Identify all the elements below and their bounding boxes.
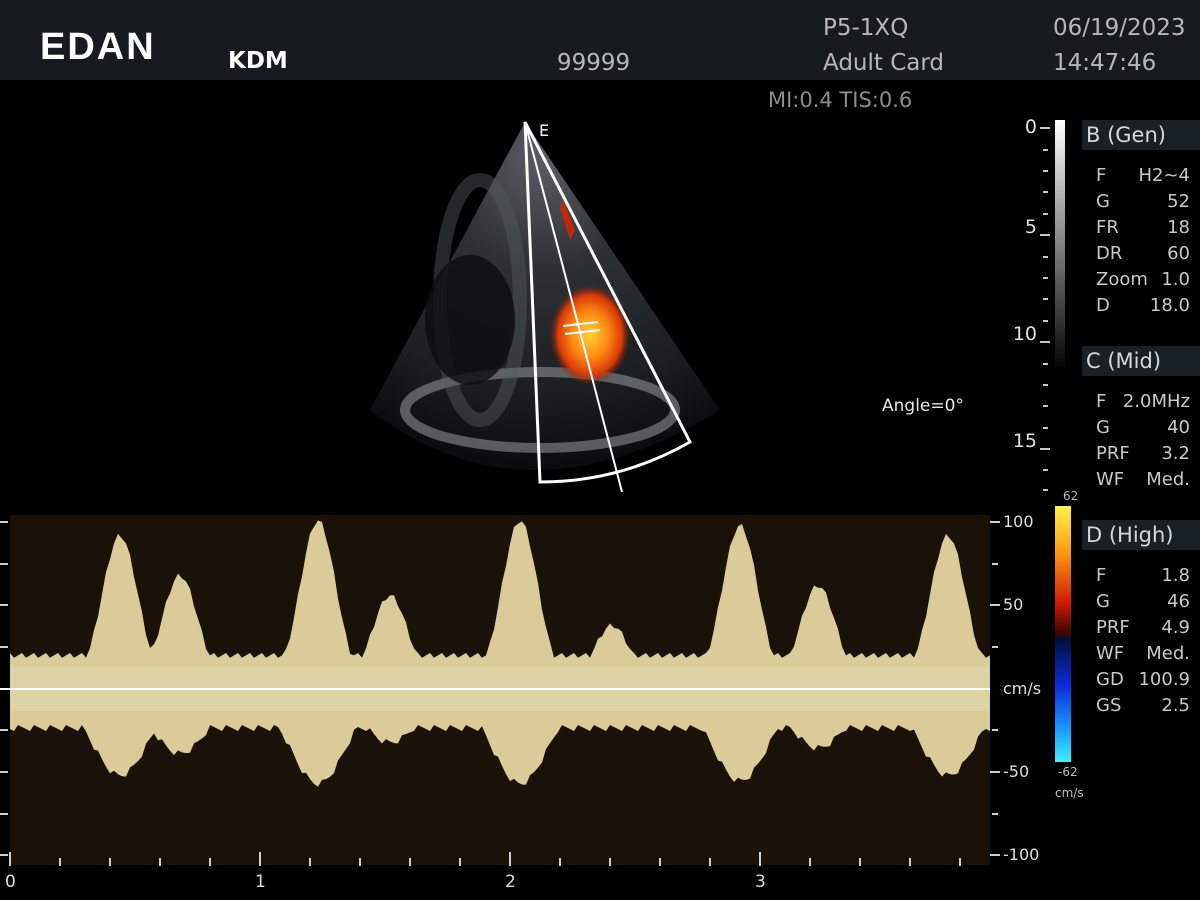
- b-param-f: F H2~4: [1096, 165, 1190, 186]
- edan-logo: EDAN: [40, 26, 156, 68]
- c-param-f: F 2.0MHz: [1096, 391, 1190, 412]
- d-param-gd: GD 100.9: [1096, 669, 1190, 690]
- doppler-title: D (High): [1086, 523, 1174, 547]
- d-param-g: G 46: [1096, 591, 1190, 612]
- heart-chamber: [425, 255, 515, 385]
- probe-name: P5-1XQ: [823, 15, 909, 41]
- d-param-prf: PRF 4.9: [1096, 617, 1190, 638]
- depth-label-0: 0: [1024, 116, 1037, 138]
- velocity-label-100: 100: [1003, 512, 1034, 531]
- b-mode-title: B (Gen): [1086, 123, 1166, 147]
- color-title: C (Mid): [1086, 349, 1162, 373]
- b-param-g: G 52: [1096, 191, 1190, 212]
- d-param-f: F 1.8: [1096, 565, 1190, 586]
- color-velocity-bar: [1055, 506, 1071, 762]
- b-param-depth: D 18.0: [1096, 295, 1190, 316]
- depth-label-15: 15: [1012, 430, 1037, 452]
- color-bar-unit: cm/s: [1055, 786, 1084, 800]
- velocity-label-neg50: -50: [1003, 762, 1030, 781]
- time-label-2: 2: [505, 872, 516, 892]
- sector-marker: E: [539, 121, 549, 140]
- d-param-gs: GS 2.5: [1096, 695, 1190, 716]
- b-param-dr: DR 60: [1096, 243, 1190, 264]
- hospital-name: KDM: [228, 48, 288, 74]
- doppler-spectrum: [0, 515, 1000, 866]
- grayscale-bar: [1055, 120, 1065, 372]
- velocity-ticks-right: [990, 521, 1000, 856]
- c-param-prf: PRF 3.2: [1096, 443, 1190, 464]
- b-mode-image: E: [370, 121, 720, 493]
- time-label-3: 3: [755, 872, 766, 892]
- color-bar-min: -62: [1058, 765, 1078, 779]
- patient-id: 99999: [557, 50, 631, 76]
- depth-label-5: 5: [1024, 216, 1037, 238]
- b-param-zoom: Zoom 1.0: [1096, 269, 1190, 290]
- b-param-fr: FR 18: [1096, 217, 1190, 238]
- exam-time: 14:47:46: [1053, 50, 1157, 76]
- depth-label-10: 10: [1012, 323, 1037, 345]
- time-label-0: 0: [5, 872, 16, 892]
- exam-preset: Adult Card: [823, 50, 945, 76]
- velocity-unit: cm/s: [1003, 679, 1042, 698]
- color-bar-max: 62: [1063, 489, 1079, 503]
- exam-date: 06/19/2023: [1053, 15, 1186, 41]
- velocity-label-50: 50: [1003, 595, 1024, 614]
- c-param-wf: WF Med.: [1096, 469, 1190, 490]
- d-param-wf: WF Med.: [1096, 643, 1190, 664]
- time-label-1: 1: [255, 872, 266, 892]
- doppler-angle: Angle=0°: [882, 396, 964, 416]
- c-param-g: G 40: [1096, 417, 1190, 438]
- velocity-label-neg100: -100: [1003, 845, 1040, 864]
